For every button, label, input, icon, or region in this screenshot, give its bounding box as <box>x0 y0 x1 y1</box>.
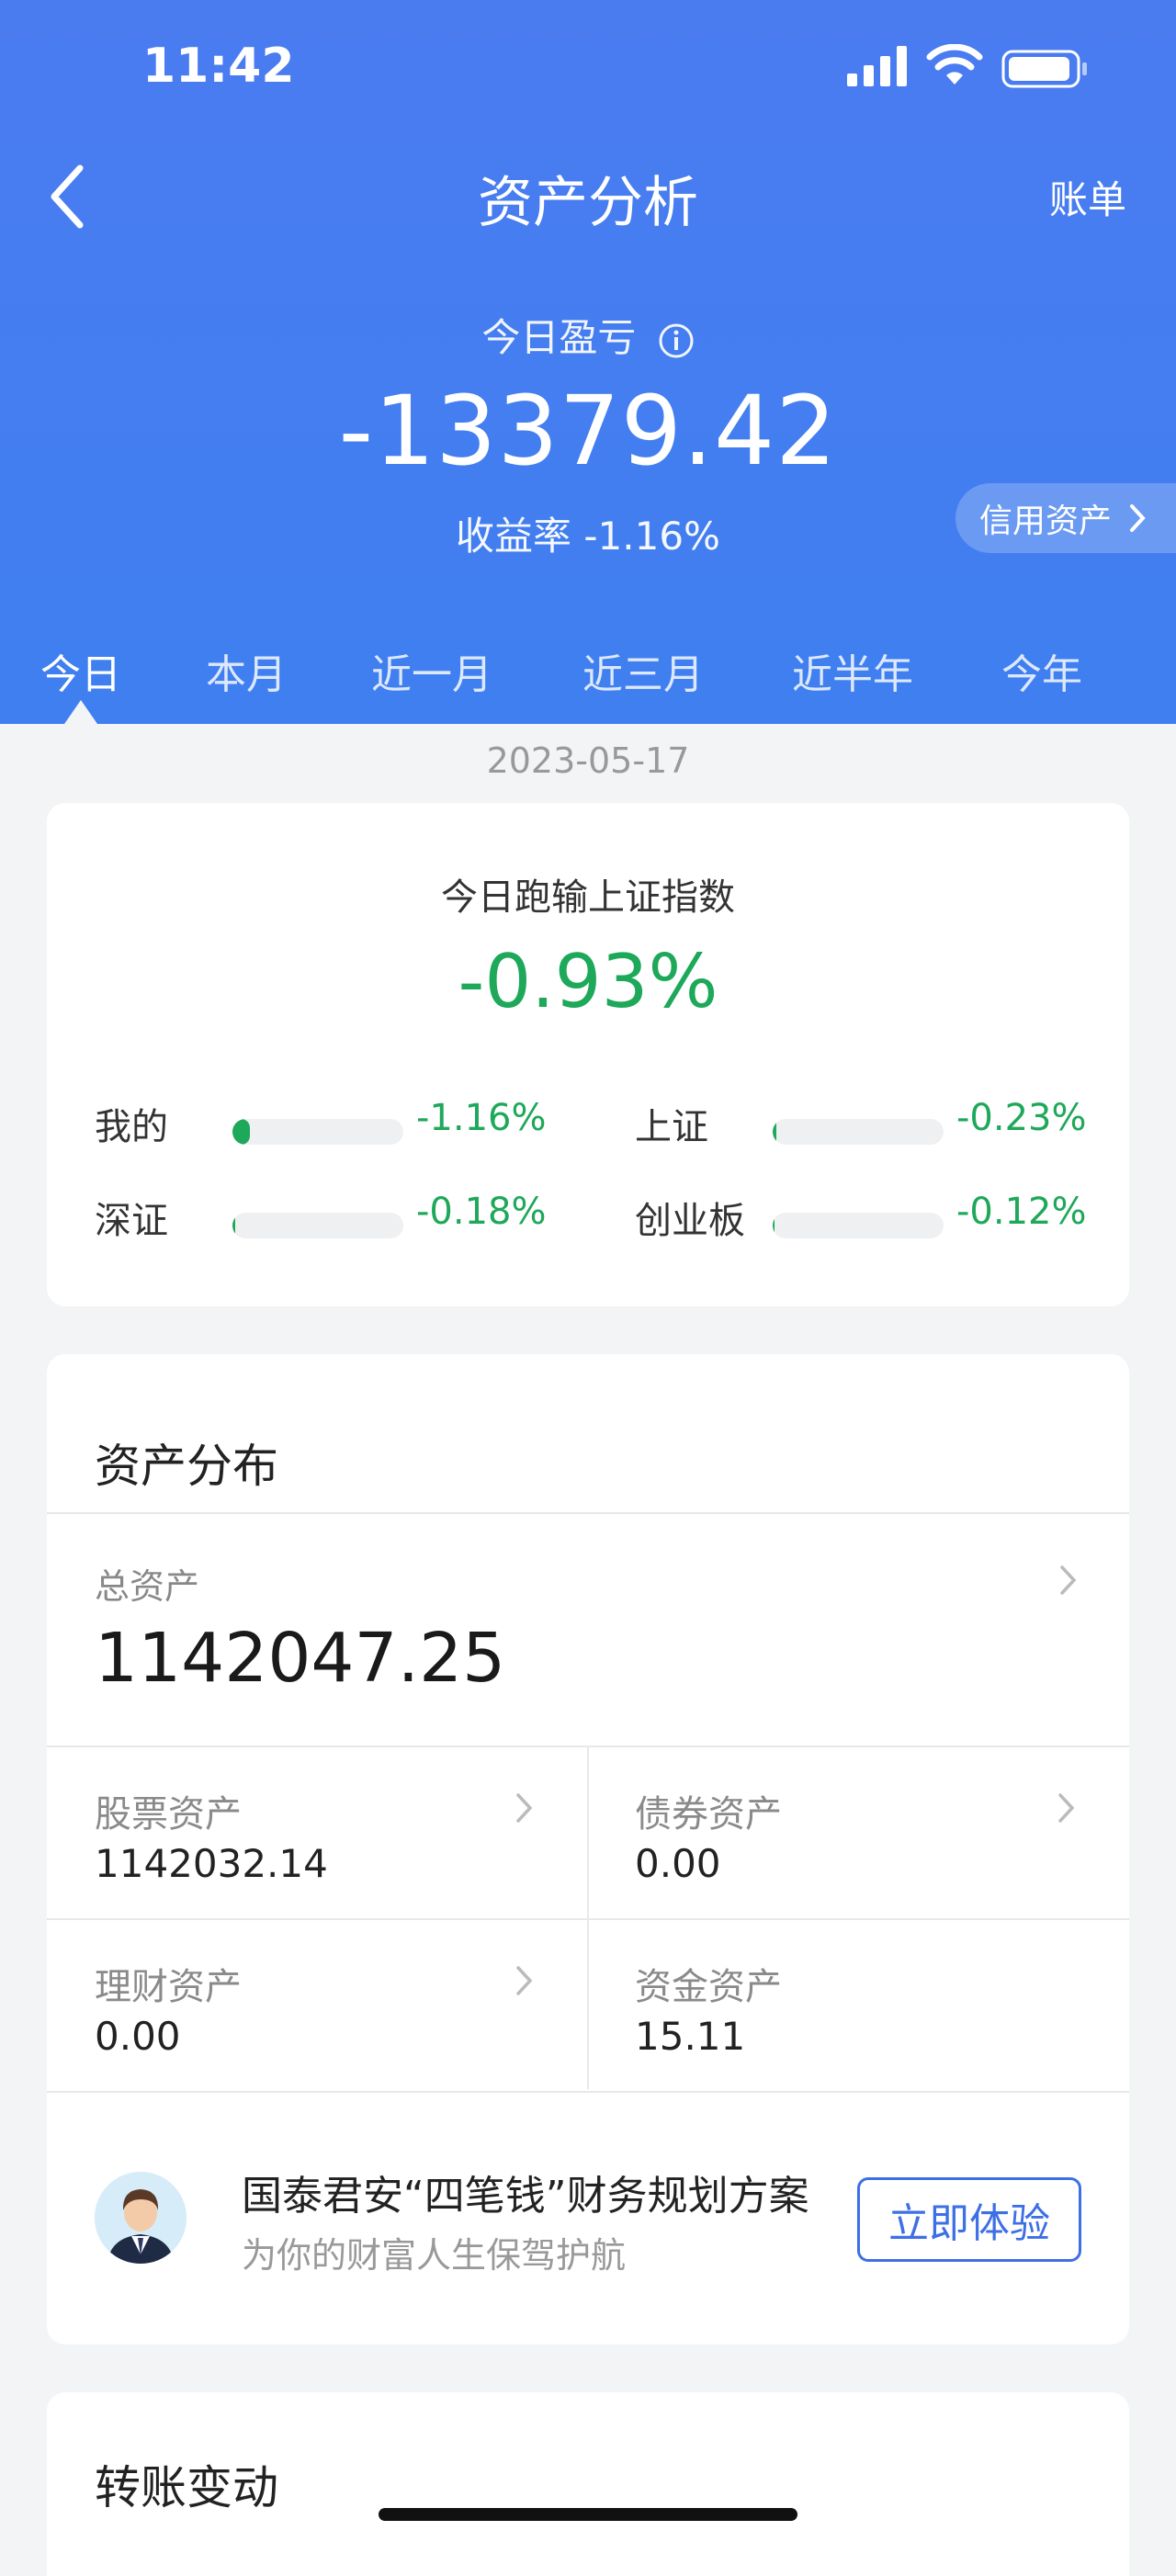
period-tabs: 今日 本月 近一月 近三月 近半年 今年 <box>0 634 1176 724</box>
wifi-icon <box>926 44 983 85</box>
cash-assets-cell: 资金资产 15.11 <box>589 1920 1129 2091</box>
tab-last-month[interactable]: 近一月 <box>371 641 492 700</box>
total-assets-row[interactable]: 总资产 1142047.25 <box>47 1514 1129 1744</box>
comparison-label: 上证 <box>635 1106 708 1148</box>
comparison-label: 创业板 <box>635 1200 745 1242</box>
header: 11:42 资产分析 账单 今日盈亏 -13379.42 收益率 -1.16% … <box>0 0 1176 724</box>
credit-assets-button[interactable]: 信用资产 <box>956 483 1176 553</box>
nav-bar: 资产分析 账单 <box>0 147 1176 248</box>
chevron-right-icon <box>1130 504 1146 532</box>
page-title: 资产分析 <box>478 171 698 235</box>
chevron-right-icon <box>1060 1565 1077 1595</box>
transfer-changes-card: 转账变动 <box>47 2392 1129 2576</box>
asset-distribution-card: 资产分布 总资产 1142047.25 股票资产 1142032.14 债券资产… <box>47 1354 1129 2344</box>
today-pnl-label-text: 今日盈亏 <box>481 315 637 360</box>
advisor-avatar <box>95 2172 187 2264</box>
bond-assets-cell[interactable]: 债券资产 0.00 <box>589 1747 1129 1918</box>
wealth-assets-cell[interactable]: 理财资产 0.00 <box>47 1920 587 2091</box>
cash-assets-label: 资金资产 <box>635 1966 782 2008</box>
bond-assets-label: 债券资产 <box>635 1793 782 1836</box>
comparison-label: 我的 <box>95 1106 168 1148</box>
comparison-bar-track <box>232 1119 403 1145</box>
divider <box>47 2091 1129 2093</box>
comparison-row-value: -0.12% <box>956 1191 1087 1233</box>
tab-this-month[interactable]: 本月 <box>206 641 287 700</box>
chevron-right-icon <box>1058 1793 1075 1823</box>
comparison-bar-fill <box>232 1119 250 1145</box>
status-bar: 11:42 <box>0 0 1176 138</box>
tab-last-three-months[interactable]: 近三月 <box>582 641 704 700</box>
tab-last-half-year[interactable]: 近半年 <box>792 641 913 700</box>
comparison-bar-fill <box>773 1119 776 1145</box>
promo-title: 国泰君安“四笔钱”财务规划方案 <box>242 2173 809 2220</box>
comparison-bar-track <box>773 1119 944 1145</box>
index-comparison-card: 今日跑输上证指数 -0.93% 我的 -1.16% 上证 -0.23% 深证 -… <box>47 803 1129 1306</box>
date-label: 2023-05-17 <box>486 740 690 781</box>
total-assets-label: 总资产 <box>95 1566 200 1607</box>
credit-assets-label: 信用资产 <box>979 503 1113 540</box>
info-icon[interactable] <box>658 322 695 359</box>
signal-icon <box>847 46 907 86</box>
battery-icon <box>1001 50 1087 88</box>
comparison-bar-fill <box>232 1213 235 1238</box>
total-assets-value: 1142047.25 <box>95 1619 506 1698</box>
wealth-assets-label: 理财资产 <box>95 1966 242 2008</box>
today-pnl-value: -13379.42 <box>338 375 838 487</box>
comparison-row-value: -0.23% <box>956 1097 1087 1139</box>
comparison-bar-track <box>232 1213 403 1238</box>
tab-today[interactable]: 今日 <box>40 641 121 700</box>
chevron-right-icon <box>516 1966 533 1995</box>
stock-assets-value: 1142032.14 <box>95 1841 328 1886</box>
transfer-changes-title: 转账变动 <box>95 2461 278 2514</box>
tab-this-year[interactable]: 今年 <box>1001 641 1082 700</box>
comparison-bar-fill <box>773 1213 775 1238</box>
comparison-row-value: -0.18% <box>416 1191 547 1233</box>
today-pnl-label: 今日盈亏 <box>0 307 1176 363</box>
comparison-bar-track <box>773 1213 944 1238</box>
asset-distribution-title: 资产分布 <box>95 1440 278 1493</box>
comparison-row-value: -1.16% <box>416 1097 547 1139</box>
comparison-label: 深证 <box>95 1200 168 1242</box>
advisor-avatar-image <box>95 2172 187 2264</box>
active-tab-indicator <box>64 700 97 724</box>
promo-subtitle: 为你的财富人生保驾护航 <box>242 2235 627 2276</box>
cash-assets-value: 15.11 <box>635 2014 746 2059</box>
stock-assets-label: 股票资产 <box>95 1793 242 1836</box>
wealth-assets-value: 0.00 <box>95 2014 181 2059</box>
bond-assets-value: 0.00 <box>635 1841 721 1886</box>
chevron-right-icon <box>516 1793 533 1823</box>
bill-link[interactable]: 账单 <box>1049 169 1126 225</box>
status-time: 11:42 <box>142 39 295 94</box>
divider <box>587 1747 589 2089</box>
home-indicator[interactable] <box>379 2508 797 2521</box>
comparison-value: -0.93% <box>458 939 718 1024</box>
try-now-button[interactable]: 立即体验 <box>857 2177 1081 2262</box>
comparison-title: 今日跑输上证指数 <box>441 876 735 919</box>
stock-assets-cell[interactable]: 股票资产 1142032.14 <box>47 1747 587 1918</box>
